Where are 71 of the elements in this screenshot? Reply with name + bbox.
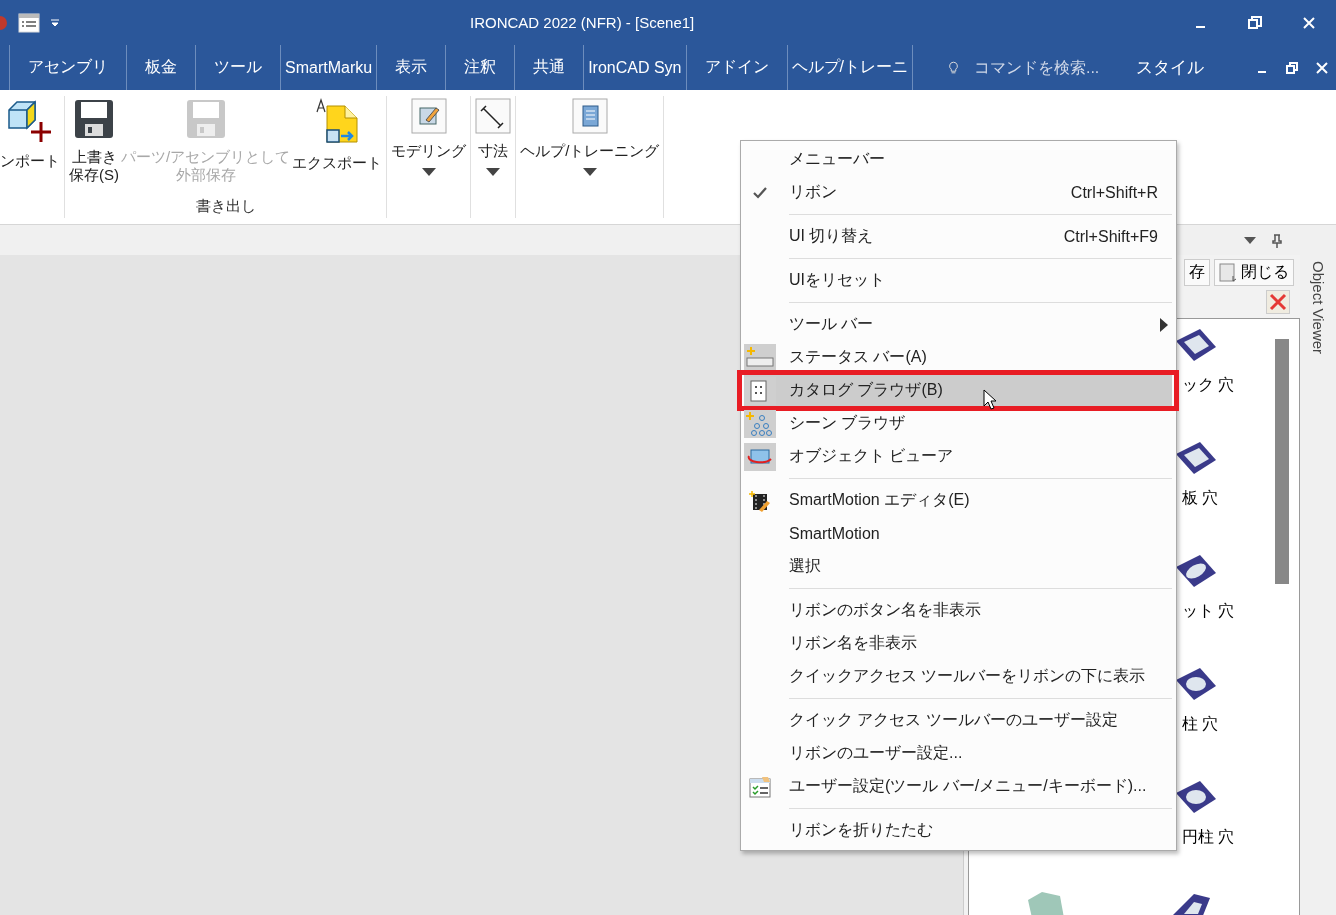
- close-button[interactable]: 閉じる: [1214, 259, 1294, 286]
- ribbon-button[interactable]: ンポート: [0, 96, 60, 218]
- catalog-item[interactable]: 板 穴: [1174, 438, 1275, 551]
- checklist-icon: [748, 775, 772, 798]
- ribbon-button[interactable]: 寸法: [475, 96, 512, 218]
- close-icon[interactable]: [1302, 15, 1316, 30]
- mouse-pointer-icon: [983, 389, 997, 411]
- menu-item[interactable]: ステータス バー(A): [744, 341, 1172, 374]
- ribbon-button-label: モデリング: [391, 142, 467, 160]
- style-menu[interactable]: スタイル: [1135, 56, 1204, 79]
- catalog-item[interactable]: ット 穴: [1174, 551, 1275, 664]
- ribbon-group-label: 書き出し: [194, 197, 257, 216]
- menu-item[interactable]: ツール バー: [744, 308, 1172, 341]
- close-icon: [1269, 293, 1287, 311]
- ribbon-button[interactable]: エクスポート: [292, 96, 383, 197]
- scrollbar-thumb[interactable]: [1275, 339, 1289, 584]
- ribbon-button[interactable]: モデリング: [391, 96, 467, 218]
- restore-icon[interactable]: [1248, 15, 1262, 30]
- save-button[interactable]: 存: [1184, 259, 1210, 286]
- menu-item[interactable]: リボンを折りたたむ: [744, 814, 1172, 847]
- close-icon[interactable]: [1315, 61, 1328, 74]
- ribbon-button-label: ンポート: [0, 152, 60, 170]
- menu-item[interactable]: リボン Ctrl+Shift+R: [744, 176, 1172, 209]
- catalog-item[interactable]: 柱 穴: [1174, 664, 1275, 777]
- dropdown-caret-icon[interactable]: [1244, 237, 1256, 245]
- caret-icon: [486, 168, 501, 176]
- menu-item[interactable]: 選択: [744, 550, 1172, 583]
- rotating-box-icon: [744, 442, 776, 471]
- ribbon-button-label: 外部保存: [175, 166, 236, 184]
- caret-icon: [421, 168, 436, 176]
- notebook-icon: [571, 98, 608, 134]
- delete-button[interactable]: [1266, 290, 1290, 314]
- ribbon-button[interactable]: 上書き 保存(S): [69, 96, 119, 197]
- menu-item[interactable]: オブジェクト ビューア: [744, 440, 1172, 473]
- menu-item[interactable]: リボン名を非表示: [744, 627, 1172, 660]
- caret-icon: [582, 168, 597, 176]
- tree-icon: [744, 409, 776, 438]
- menu-item[interactable]: SmartMotion: [744, 517, 1172, 550]
- cube-plus-icon: [7, 98, 53, 144]
- ribbon-button-label: ヘルプ/トレーニング: [520, 142, 660, 160]
- ribbon-button-label: 保存(S): [69, 166, 119, 184]
- document-icon: [1219, 262, 1239, 283]
- menu-item[interactable]: クイックアクセス ツールバーをリボンの下に表示: [744, 660, 1172, 693]
- window-title: IRONCAD 2022 (NFR) - [Scene1]: [470, 14, 696, 31]
- menu-item[interactable]: クイック アクセス ツールバーのユーザー設定: [744, 704, 1172, 737]
- ribbon-button-label: エクスポート: [292, 154, 383, 172]
- list-icon[interactable]: [18, 12, 40, 33]
- menu-item[interactable]: UI 切り替え Ctrl+Shift+F9: [744, 220, 1172, 253]
- menu-item[interactable]: SmartMotion エディタ(E): [744, 484, 1172, 517]
- menu-item[interactable]: メニューバー: [744, 143, 1172, 176]
- command-search-field[interactable]: コマンドを検索...: [948, 57, 1114, 78]
- catalog-item[interactable]: 円柱 穴: [1174, 777, 1275, 890]
- menu-item[interactable]: UIをリセット: [744, 264, 1172, 297]
- ribbon-button-label: 寸法: [478, 142, 509, 160]
- submenu-arrow-icon: [1160, 317, 1168, 332]
- ribbon-button-label: 上書き: [71, 148, 117, 166]
- menu-item[interactable]: シーン ブラウザ: [744, 407, 1172, 440]
- ribbon-button-label: パーツ/アセンブリとして: [121, 148, 291, 166]
- ribbon-button[interactable]: ヘルプ/トレーニング: [520, 96, 660, 218]
- dropdown-caret-icon[interactable]: [50, 18, 60, 27]
- menu-item[interactable]: リボンのボタン名を非表示: [744, 594, 1172, 627]
- film-pencil-icon: [749, 489, 771, 512]
- status-bar-icon: [744, 343, 776, 372]
- pin-icon[interactable]: [1272, 234, 1282, 248]
- shortcut-text: Ctrl+Shift+F9: [1063, 227, 1158, 246]
- menu-item[interactable]: ユーザー設定(ツール バー/メニュー/キーボード)...: [744, 770, 1172, 803]
- shortcut-text: Ctrl+Shift+R: [1070, 183, 1158, 202]
- catalog-item[interactable]: ック 穴: [1174, 325, 1275, 438]
- pencil-board-icon: [410, 98, 447, 134]
- menu-item[interactable]: リボンのユーザー設定...: [744, 737, 1172, 770]
- restore-icon[interactable]: [1285, 61, 1298, 74]
